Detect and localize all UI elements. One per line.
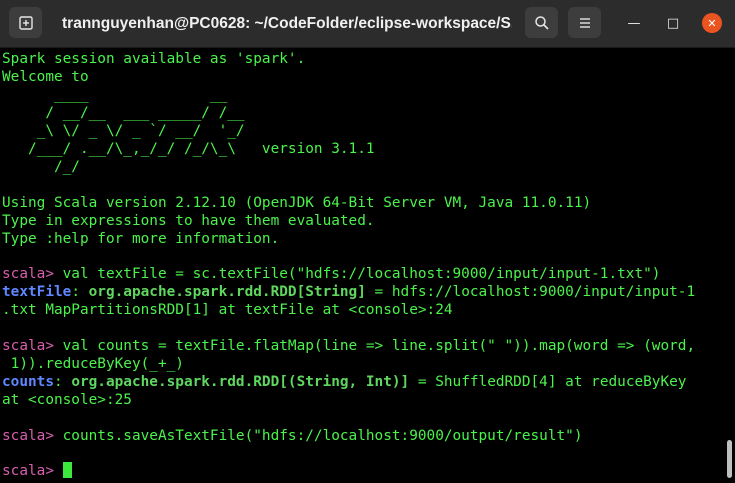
minimize-button[interactable]: — [624,13,644,33]
scala-prompt: scala> [2,338,54,354]
command-text: val textFile = sc.textFile("hdfs://local… [53,266,661,282]
terminal-line: Using Scala version 2.12.10 (OpenJDK 64-… [2,195,592,211]
close-icon: ✕ [707,16,717,30]
result-line-continuation: at <console>:25 [2,392,132,408]
result-value: = ShuffledRDD[4] at reduceByKey [409,374,687,390]
command-text: counts.saveAsTextFile("hdfs://localhost:… [53,428,583,444]
command-line: scala> val textFile = sc.textFile("hdfs:… [2,265,660,283]
scala-prompt: scala> [2,266,54,282]
search-icon [534,15,549,30]
spark-logo-line: /_/ [2,159,80,175]
spark-logo-line: ____ __ [2,87,228,103]
command-line-continuation: 1)).reduceByKey(_+_) [2,356,184,372]
result-type: org.apache.spark.rdd.RDD[String] [88,284,366,300]
window-title: trannguyenhan@PC0628: ~/CodeFolder/eclip… [62,15,512,32]
command-line: scala> counts.saveAsTextFile("hdfs://loc… [2,427,582,445]
window-titlebar: trannguyenhan@PC0628: ~/CodeFolder/eclip… [0,0,735,48]
terminal-line: Spark session available as 'spark'. [2,51,306,67]
close-button[interactable]: ✕ [702,13,722,33]
result-line: textFile: org.apache.spark.rdd.RDD[Strin… [2,283,695,301]
result-colon: : [71,284,89,300]
result-colon: : [53,374,72,390]
maximize-icon: □ [666,15,680,31]
new-tab-button[interactable] [9,7,42,38]
spark-logo-line: _\ \/ _ \/ _ `/ __/ '_/ [2,123,245,139]
scrollbar-track[interactable] [724,48,735,483]
terminal-output[interactable]: Spark session available as 'spark'. Welc… [0,48,724,483]
scala-prompt: scala> [2,428,54,444]
hamburger-menu-icon [579,17,590,28]
result-line-continuation: .txt MapPartitionsRDD[1] at textFile at … [2,302,453,318]
text-cursor [62,462,72,478]
result-line: counts: org.apache.spark.rdd.RDD[(String… [2,373,686,391]
terminal-line: Type in expressions to have them evaluat… [2,213,375,229]
terminal-line: Welcome to [2,69,89,85]
scrollbar-thumb[interactable] [727,440,732,478]
result-value: = hdfs://localhost:9000/input/input-1 [365,284,696,300]
search-button[interactable] [525,7,558,38]
menu-button[interactable] [568,7,601,38]
terminal-line: Type :help for more information. [2,231,280,247]
new-tab-icon [18,15,33,30]
command-text: val counts = textFile.flatMap(line => li… [53,338,696,354]
result-name: textFile [2,284,72,300]
spark-logo-line: /___/ .__/\_,_/_/ /_/\_\ version 3.1.1 [2,141,375,157]
scala-prompt: scala> [2,463,63,479]
result-type: org.apache.spark.rdd.RDD[(String, Int)] [71,374,410,390]
command-line: scala> val counts = textFile.flatMap(lin… [2,337,695,355]
maximize-button[interactable]: □ [663,13,683,33]
active-prompt-line[interactable]: scala> [2,462,72,480]
spark-logo-line: / __/__ ___ _____/ /__ [2,105,245,121]
result-name: counts [2,374,54,390]
minimize-icon: — [627,15,641,31]
